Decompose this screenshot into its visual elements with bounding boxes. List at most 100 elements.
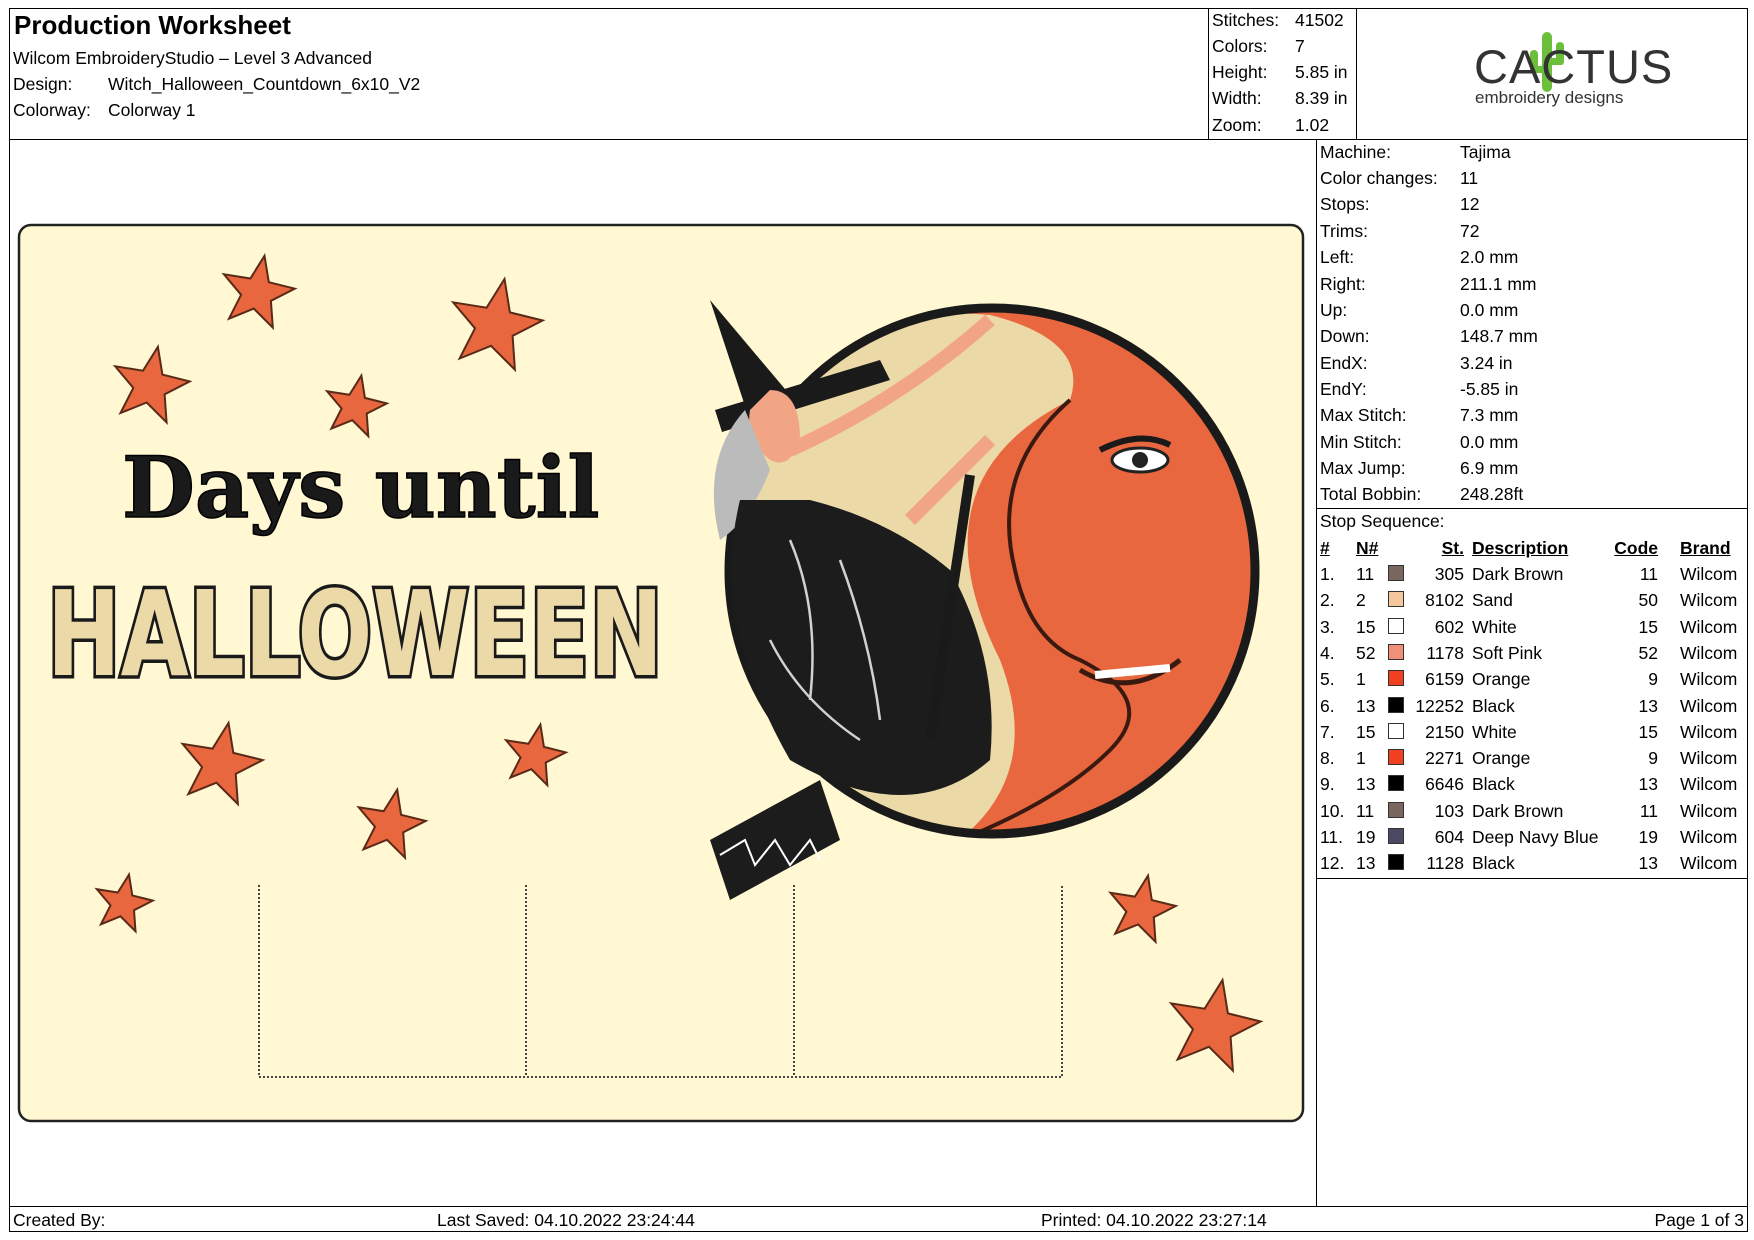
color-swatch (1388, 801, 1404, 818)
row-needle: 15 (1356, 721, 1376, 742)
sidebar-divider (1316, 139, 1317, 1206)
machine-info-label: Trims: (1320, 221, 1368, 241)
summary-label: Zoom: (1212, 115, 1262, 135)
column-header-brand: Brand (1680, 538, 1731, 558)
machine-info-label: Stops: (1320, 194, 1370, 214)
row-stitches: 604 (1434, 827, 1464, 847)
row-description: Black (1472, 853, 1515, 874)
row-description: Black (1472, 695, 1515, 716)
machine-info-value: -5.85 in (1460, 379, 1519, 399)
row-description: Sand (1472, 590, 1513, 611)
machine-info-label: Color changes: (1320, 168, 1438, 188)
row-needle: 52 (1356, 642, 1376, 663)
row-code: 13 (1638, 774, 1658, 795)
footer-printed: Printed: 04.10.2022 23:27:14 (1041, 1210, 1267, 1230)
color-swatch (1388, 643, 1404, 660)
summary-value: 7 (1295, 36, 1305, 56)
row-needle: 13 (1356, 774, 1376, 795)
row-code: 11 (1639, 564, 1658, 584)
row-description: White (1472, 721, 1517, 742)
machine-info-value: 148.7 mm (1460, 326, 1538, 346)
row-needle: 13 (1356, 695, 1376, 716)
row-brand: Wilcom (1680, 695, 1738, 716)
machine-info-label: Min Stitch: (1320, 432, 1402, 452)
row-needle: 19 (1356, 827, 1376, 847)
row-stitches: 6159 (1425, 669, 1464, 690)
summary-value: 5.85 in (1295, 62, 1348, 82)
row-brand: Wilcom (1680, 669, 1738, 690)
row-index: 2. (1320, 590, 1335, 611)
column-header-index: # (1320, 538, 1330, 558)
row-stitches: 2150 (1425, 721, 1464, 742)
machine-info-value: 6.9 mm (1460, 458, 1519, 478)
column-header-needle: N# (1356, 538, 1379, 558)
row-stitches: 12252 (1415, 695, 1464, 716)
footer-divider (9, 1206, 1747, 1207)
row-code: 50 (1638, 590, 1658, 611)
row-brand: Wilcom (1680, 564, 1738, 584)
design-preview: Days until HALLOWEEN (10, 140, 1315, 1205)
machine-info-value: 3.24 in (1460, 353, 1513, 373)
row-index: 7. (1320, 721, 1335, 742)
halloween-text: HALLOWEEN (47, 565, 663, 703)
row-index: 6. (1320, 695, 1335, 716)
row-stitches: 2271 (1425, 748, 1464, 769)
footer-page-number: Page 1 of 3 (1654, 1210, 1744, 1230)
row-brand: Wilcom (1680, 853, 1738, 874)
row-code: 11 (1639, 800, 1658, 821)
row-index: 1. (1320, 564, 1335, 584)
row-needle: 13 (1356, 853, 1376, 874)
machine-info-value: 248.28ft (1460, 484, 1524, 504)
row-stitches: 103 (1434, 800, 1464, 821)
row-code: 9 (1648, 748, 1658, 769)
row-stitches: 8102 (1425, 590, 1464, 611)
machine-info-label: Right: (1320, 274, 1366, 294)
row-index: 10. (1320, 800, 1345, 821)
row-code: 15 (1638, 721, 1658, 742)
summary-value: 8.39 in (1295, 88, 1348, 108)
row-index: 8. (1320, 748, 1335, 769)
logo-name: CACTUS (1474, 40, 1674, 93)
row-index: 9. (1320, 774, 1335, 795)
row-needle: 15 (1356, 616, 1376, 637)
row-stitches: 1128 (1426, 853, 1464, 874)
row-brand: Wilcom (1680, 748, 1738, 769)
stop-sequence-bottom (1316, 878, 1747, 879)
summary-label: Width: (1212, 88, 1262, 108)
summary-label: Stitches: (1212, 10, 1280, 30)
row-index: 5. (1320, 669, 1335, 690)
machine-info-value: 11 (1460, 168, 1479, 188)
row-index: 12. (1320, 853, 1345, 874)
row-stitches: 602 (1434, 616, 1464, 637)
machine-info-label: Up: (1320, 300, 1348, 320)
summary-value: 1.02 (1295, 115, 1330, 135)
row-description: Black (1472, 774, 1515, 795)
row-brand: Wilcom (1680, 774, 1738, 795)
design-value: Witch_Halloween_Countdown_6x10_V2 (108, 74, 421, 94)
machine-info-label: Left: (1320, 247, 1355, 267)
row-description: Orange (1472, 748, 1531, 769)
row-brand: Wilcom (1680, 827, 1738, 847)
row-needle: 11 (1356, 564, 1375, 584)
design-label: Design: (13, 74, 73, 94)
row-stitches: 1178 (1426, 642, 1464, 663)
color-swatch (1388, 722, 1404, 739)
column-header-description: Description (1472, 538, 1569, 558)
row-description: White (1472, 616, 1517, 637)
row-code: 19 (1638, 827, 1658, 847)
color-swatch (1388, 828, 1404, 844)
row-description: Deep Navy Blue (1472, 827, 1599, 847)
summary-label: Colors: (1212, 36, 1268, 56)
row-stitches: 6646 (1425, 774, 1464, 795)
footer-last-saved: Last Saved: 04.10.2022 23:24:44 (437, 1210, 695, 1230)
row-needle: 1 (1356, 669, 1366, 690)
summary-left-divider (1208, 8, 1209, 139)
machine-info-value: 7.3 mm (1460, 405, 1519, 425)
column-header-stitches: St. (1441, 538, 1464, 558)
row-index: 3. (1320, 616, 1335, 637)
summary-value: 41502 (1295, 10, 1344, 30)
color-swatch (1388, 565, 1404, 581)
row-brand: Wilcom (1680, 616, 1738, 637)
machine-info-label: Total Bobbin: (1320, 484, 1422, 504)
color-swatch (1388, 696, 1404, 713)
